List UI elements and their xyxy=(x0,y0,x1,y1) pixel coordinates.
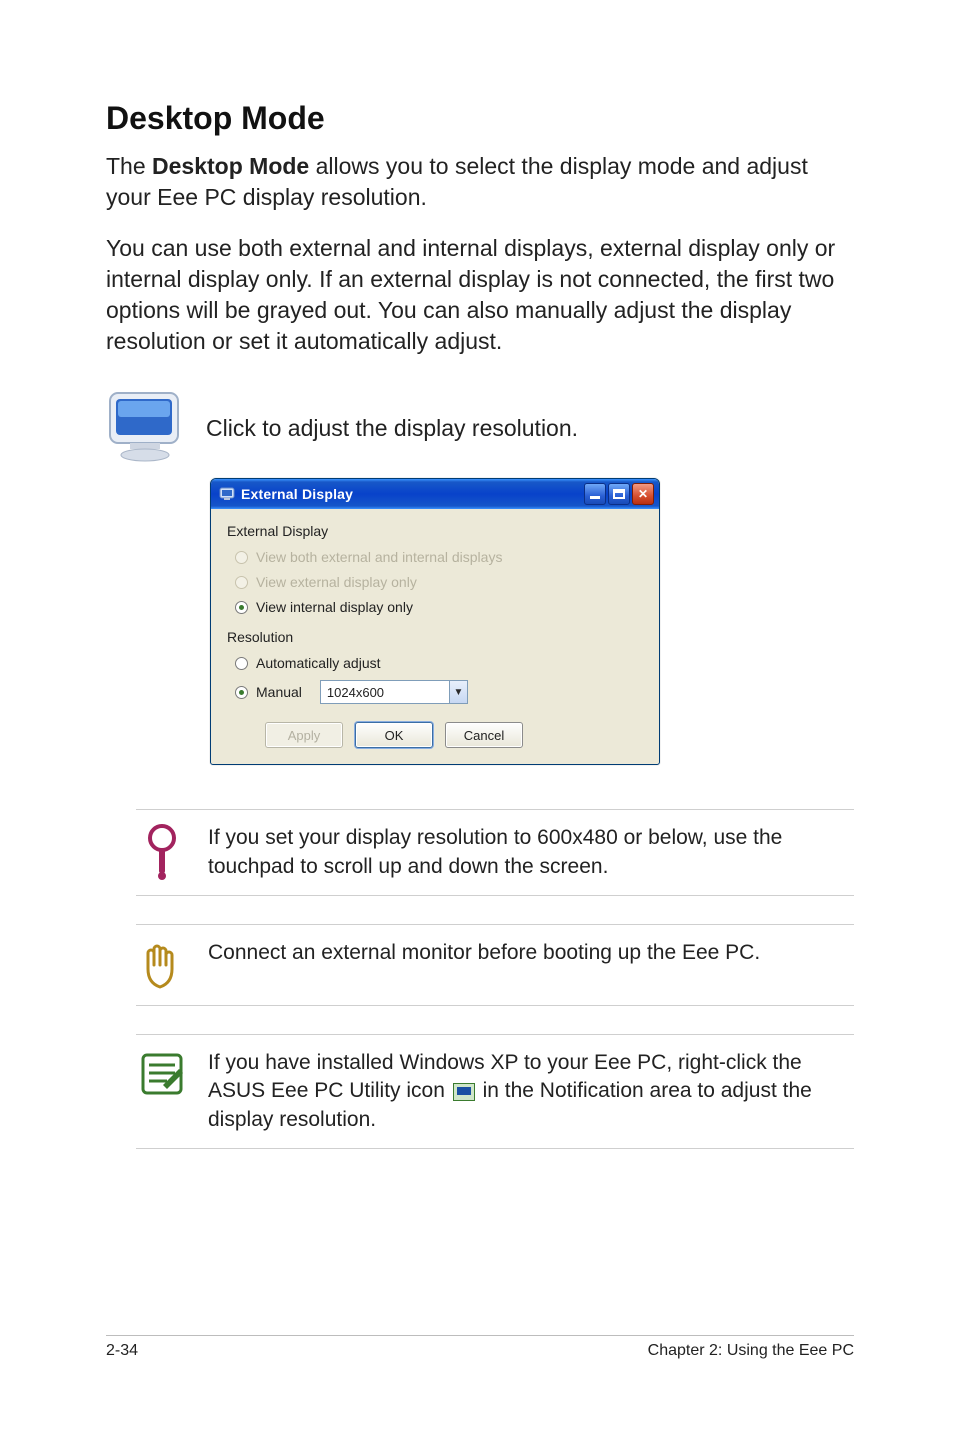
intro-paragraph-1: The Desktop Mode allows you to select th… xyxy=(106,151,854,213)
dialog-titlebar[interactable]: External Display ✕ xyxy=(211,479,659,509)
resolution-select-value: 1024x600 xyxy=(321,685,449,700)
radio-view-both: View both external and internal displays xyxy=(235,549,643,565)
radio-manual[interactable]: Manual 1024x600 ▼ xyxy=(235,680,643,704)
page-footer: 2-34 Chapter 2: Using the Eee PC xyxy=(106,1335,854,1360)
window-maximize-button[interactable] xyxy=(608,483,630,505)
page-number: 2-34 xyxy=(106,1342,138,1360)
radio-label: View external display only xyxy=(256,574,417,590)
note-tip: If you set your display resolution to 60… xyxy=(136,809,854,896)
external-display-dialog: External Display ✕ External Display View… xyxy=(210,478,854,765)
ok-button[interactable]: OK xyxy=(355,722,433,748)
section-title: Desktop Mode xyxy=(106,100,854,137)
radio-view-internal[interactable]: View internal display only xyxy=(235,599,643,615)
intro-paragraph-2: You can use both external and internal d… xyxy=(106,233,854,357)
hand-icon xyxy=(136,939,188,991)
cancel-button[interactable]: Cancel xyxy=(445,722,523,748)
intro-1-bold: Desktop Mode xyxy=(152,153,309,179)
dialog-title: External Display xyxy=(241,486,353,502)
resolution-select[interactable]: 1024x600 ▼ xyxy=(320,680,468,704)
intro-1-pre: The xyxy=(106,153,152,179)
radio-icon xyxy=(235,576,248,589)
note-tip-text: If you set your display resolution to 60… xyxy=(208,824,854,881)
tray-utility-icon xyxy=(453,1083,475,1101)
window-minimize-button[interactable] xyxy=(584,483,606,505)
display-icon-row: Click to adjust the display resolution. xyxy=(106,387,854,470)
notepad-icon xyxy=(136,1049,188,1099)
note-info: If you have installed Windows XP to your… xyxy=(136,1034,854,1149)
radio-label: View internal display only xyxy=(256,599,413,615)
tip-icon xyxy=(136,824,188,880)
chapter-label: Chapter 2: Using the Eee PC xyxy=(648,1342,854,1360)
radio-icon xyxy=(235,657,248,670)
radio-icon xyxy=(235,686,248,699)
dialog-title-icon xyxy=(219,486,235,502)
note-caution-text: Connect an external monitor before booti… xyxy=(208,939,760,967)
radio-icon xyxy=(235,551,248,564)
display-icon-caption: Click to adjust the display resolution. xyxy=(206,415,578,442)
external-display-group-label: External Display xyxy=(227,523,643,539)
radio-icon xyxy=(235,601,248,614)
resolution-group-label: Resolution xyxy=(227,629,643,645)
note-info-text: If you have installed Windows XP to your… xyxy=(208,1049,854,1134)
chevron-down-icon[interactable]: ▼ xyxy=(449,681,467,703)
note-caution: Connect an external monitor before booti… xyxy=(136,924,854,1006)
radio-view-external: View external display only xyxy=(235,574,643,590)
display-settings-icon xyxy=(106,387,184,470)
radio-label: View both external and internal displays xyxy=(256,549,502,565)
radio-label: Manual xyxy=(256,684,302,700)
radio-label: Automatically adjust xyxy=(256,655,381,671)
apply-button: Apply xyxy=(265,722,343,748)
radio-auto-adjust[interactable]: Automatically adjust xyxy=(235,655,643,671)
window-close-button[interactable]: ✕ xyxy=(632,483,654,505)
